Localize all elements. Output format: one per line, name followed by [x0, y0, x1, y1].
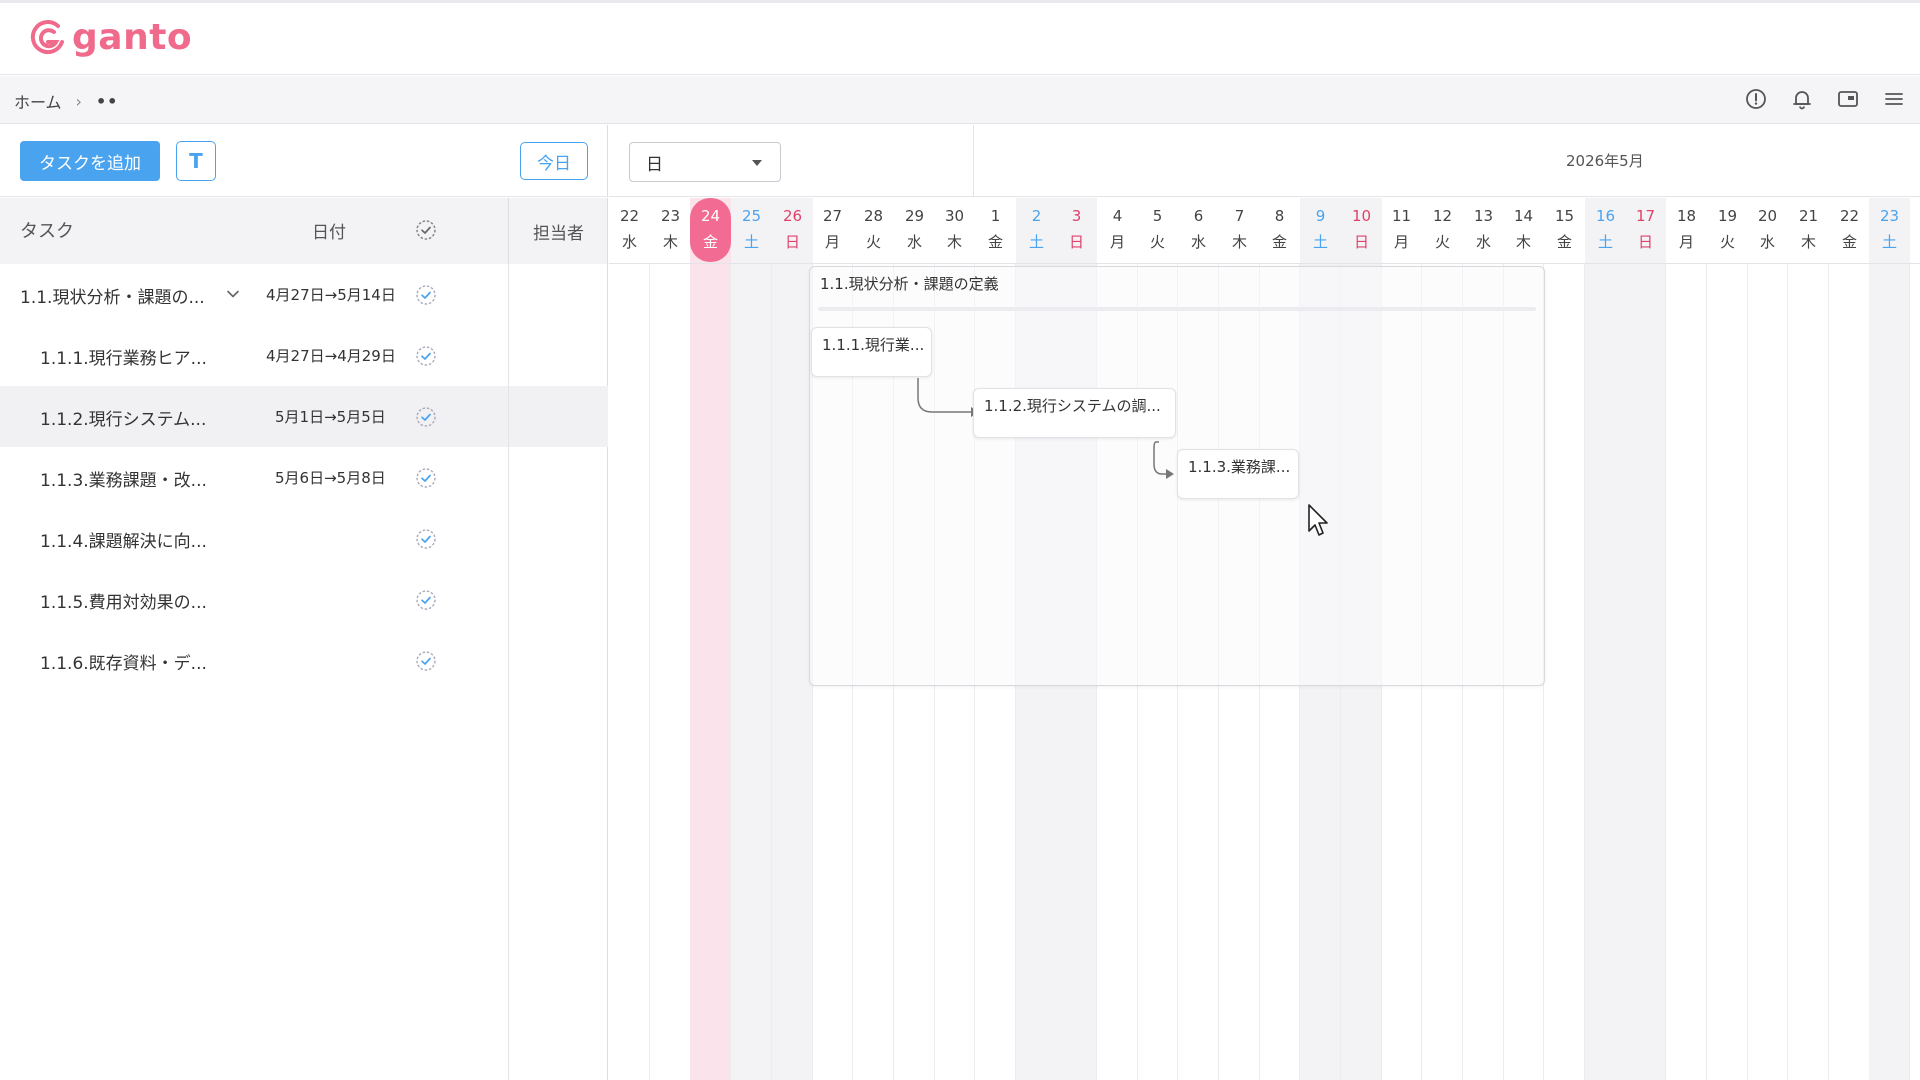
gantt-bar-label: 1.1.3.業務課...	[1188, 458, 1291, 476]
bell-icon[interactable]	[1790, 87, 1814, 111]
breadcrumb-current[interactable]: ••	[96, 92, 118, 111]
dependency-arrows	[917, 378, 1174, 479]
task-name[interactable]: 1.1.1.現行業務ヒア...	[40, 344, 207, 369]
gantt-toolbar: 日	[609, 125, 1920, 197]
task-date: 5月6日→5月8日	[275, 469, 386, 487]
view-select[interactable]: 日	[629, 142, 781, 182]
task-row[interactable]: 1.1.3.業務課題・改... 5月6日→5月8日	[0, 447, 608, 508]
complete-check-icon[interactable]	[415, 345, 437, 371]
logo-text: ganto	[72, 17, 193, 58]
window-icon[interactable]	[1836, 87, 1860, 111]
complete-check-icon[interactable]	[415, 467, 437, 493]
header-check-icon[interactable]	[415, 219, 437, 245]
task-row[interactable]: 1.1.5.費用対効果の...	[0, 569, 608, 630]
complete-check-icon[interactable]	[415, 650, 437, 676]
gantt-chart: 22 水 23 木 24 金 25 土 26 日 27 月 28 火 29 水 30 木 1 金 2 土 3 日 4 月 5 火 6 水 7…	[609, 198, 1920, 1080]
header-icons	[1744, 87, 1906, 111]
complete-check-icon[interactable]	[415, 406, 437, 432]
gantt-bar-1-1-1[interactable]: 1.1.1.現行業...	[811, 327, 932, 377]
view-select-value: 日	[646, 154, 663, 175]
task-row[interactable]: 1.1.6.既存資料・デ...	[0, 630, 608, 691]
breadcrumb-bar: ホーム › ••	[0, 76, 1920, 124]
header-date: 日付	[312, 223, 346, 243]
dependency-arrow-1	[917, 378, 971, 413]
app-header: ganto	[0, 3, 1920, 75]
task-name[interactable]: 1.1.3.業務課題・改...	[40, 466, 207, 491]
gantt-bar-1-1-2[interactable]: 1.1.2.現行システムの調...	[973, 388, 1176, 438]
logo[interactable]: ganto	[28, 17, 192, 58]
text-format-button[interactable]: T	[176, 141, 216, 181]
task-date: 4月27日→4月29日	[266, 347, 396, 365]
caret-down-icon	[752, 160, 762, 166]
breadcrumb: ホーム › ••	[14, 89, 118, 113]
task-date: 5月1日→5月5日	[275, 408, 386, 426]
task-name[interactable]: 1.1.現状分析・課題の...	[20, 283, 205, 308]
task-row[interactable]: 1.1.4.課題解決に向...	[0, 508, 608, 569]
header-assignee: 担当者	[508, 198, 608, 264]
arrow-head-2	[1166, 469, 1174, 479]
task-toolbar: タスクを追加 T 今日	[0, 125, 608, 197]
task-name[interactable]: 1.1.6.既存資料・デ...	[40, 649, 207, 674]
today-button[interactable]: 今日	[520, 142, 588, 180]
task-list: 1.1.現状分析・課題の... 4月27日→5月14日 1.1.1.現行業務ヒア..…	[0, 264, 608, 1080]
gantt-bar-1-1-3[interactable]: 1.1.3.業務課...	[1177, 449, 1299, 499]
task-name[interactable]: 1.1.2.現行システム...	[40, 405, 206, 430]
header-assignee-label: 担当者	[533, 223, 584, 244]
task-name[interactable]: 1.1.4.課題解決に向...	[40, 527, 207, 552]
task-row[interactable]: 1.1.1.現行業務ヒア... 4月27日→4月29日	[0, 325, 608, 386]
alert-circle-icon[interactable]	[1744, 87, 1768, 111]
hamburger-menu-icon[interactable]	[1882, 87, 1906, 111]
task-row[interactable]: 1.1.現状分析・課題の... 4月27日→5月14日	[0, 264, 608, 325]
dependency-arrow-2	[1153, 441, 1168, 475]
task-date: 4月27日→5月14日	[266, 286, 396, 304]
add-task-button[interactable]: タスクを追加	[20, 141, 160, 181]
ganto-logo-icon	[30, 19, 64, 54]
task-name[interactable]: 1.1.5.費用対効果の...	[40, 588, 207, 613]
gantt-bar-label: 1.1.1.現行業...	[822, 336, 925, 354]
chevron-down-icon[interactable]	[225, 286, 241, 306]
month-label: 2026年5月	[1566, 152, 1644, 170]
header-task: タスク	[20, 221, 74, 242]
complete-check-icon[interactable]	[415, 284, 437, 310]
complete-check-icon[interactable]	[415, 528, 437, 554]
task-list-header: タスク 日付 担当者	[0, 198, 608, 264]
toolbar-divider	[973, 125, 974, 197]
assignee-column-divider	[508, 264, 509, 1080]
gantt-bar-label: 1.1.2.現行システムの調...	[984, 397, 1161, 415]
breadcrumb-separator: ›	[75, 91, 82, 111]
mouse-cursor-icon	[1308, 504, 1328, 536]
task-row[interactable]: 1.1.2.現行システム... 5月1日→5月5日	[0, 386, 608, 447]
breadcrumb-home[interactable]: ホーム	[14, 89, 62, 113]
complete-check-icon[interactable]	[415, 589, 437, 615]
